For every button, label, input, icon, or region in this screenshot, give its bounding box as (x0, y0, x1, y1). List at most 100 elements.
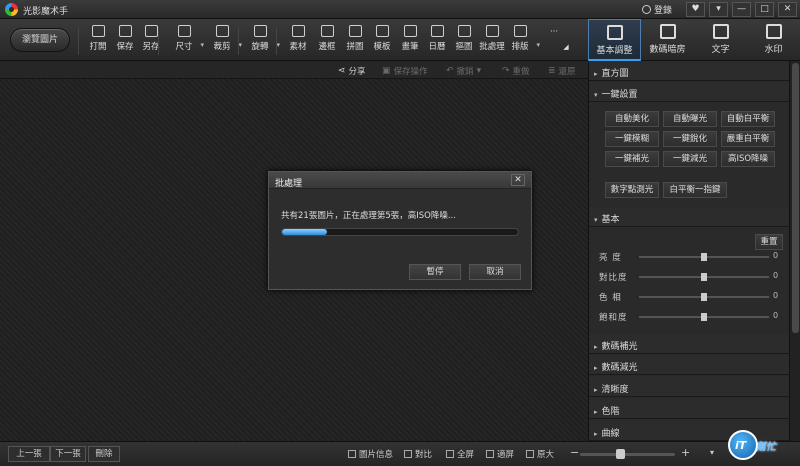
dialog-message: 共有21張圖片，正在處理第5張，高ISO降噪... (281, 211, 456, 221)
redo-label: 重做 (512, 67, 530, 77)
one-click-button[interactable]: 自動美化 (605, 111, 659, 127)
slider-track[interactable] (639, 253, 769, 261)
cancel-button[interactable]: 取消 (469, 264, 521, 280)
calendar-icon (430, 25, 444, 37)
tool-template-button[interactable]: 模板 (368, 25, 396, 52)
one-click-button[interactable]: 一鍵銳化 (663, 131, 717, 147)
section-collapsed[interactable]: ▸ 數碼減光 (589, 355, 789, 375)
collapse-arrow-icon: ▾ (594, 216, 598, 224)
tool-label: 保存 (116, 42, 134, 52)
slider-track[interactable] (639, 313, 769, 321)
tab-darkroom[interactable]: 數碼暗房 (641, 19, 694, 61)
one-click-button[interactable]: 一鍵補光 (605, 151, 659, 167)
expand-corner-icon[interactable]: ◢ (552, 43, 580, 51)
prev-image-button[interactable]: 上一張 (8, 446, 50, 462)
tool-brush-button[interactable]: 畫筆 (396, 25, 424, 52)
zoom-slider[interactable] (580, 449, 675, 459)
compare-button[interactable]: 對比 (404, 448, 432, 460)
save-as-icon (144, 25, 158, 37)
tool-crop-button[interactable]: 裁剪 ▾ (208, 25, 242, 52)
tool-border-button[interactable]: 邊框 (313, 25, 341, 52)
dropdown-caret-icon[interactable]: ▾ (238, 41, 242, 49)
close-button[interactable]: ✕ (778, 2, 797, 17)
tool-calendar-button[interactable]: 日曆 (423, 25, 451, 52)
spot-metering-button[interactable]: 數字點測光 (605, 182, 659, 198)
fit-screen-button[interactable]: 適屏 (486, 448, 514, 460)
fullscreen-button[interactable]: 全屏 (446, 448, 474, 460)
one-click-button[interactable]: 自動曝光 (663, 111, 717, 127)
dialog-close-button[interactable]: ✕ (511, 174, 525, 186)
tool-batch-button[interactable]: 批處理 (478, 25, 506, 52)
tool-resize-button[interactable]: 尺寸 ▾ (170, 25, 204, 52)
one-click-button[interactable]: 一鍵減光 (663, 151, 717, 167)
slider-knob[interactable] (701, 293, 707, 301)
section-histogram[interactable]: ▸ 直方圖 (589, 61, 789, 81)
slider-track[interactable] (639, 293, 769, 301)
section-basic[interactable]: ▾ 基本 (589, 207, 789, 227)
one-click-button[interactable]: 嚴重白平衡 (721, 131, 775, 147)
slider-label: 色 相 (599, 293, 622, 303)
tab-text[interactable]: 文字 (694, 19, 747, 61)
tool-label: 畫筆 (401, 42, 419, 52)
section-collapsed[interactable]: ▸ 色階 (589, 399, 789, 419)
pause-button[interactable]: 暫停 (409, 264, 461, 280)
template-icon (375, 25, 389, 37)
slider-value: 0 (773, 291, 779, 300)
slider-knob[interactable] (701, 313, 707, 321)
zoom-in-button[interactable]: + (681, 446, 690, 459)
tool-material-button[interactable]: 素材 (284, 25, 312, 52)
dropdown-caret-icon[interactable]: ▾ (200, 41, 204, 49)
one-click-button[interactable]: 一鍵模糊 (605, 131, 659, 147)
undo-dropdown-icon[interactable]: ▾ (477, 66, 482, 76)
tool-rotate-button[interactable]: 旋轉 ▾ (246, 25, 280, 52)
white-balance-button[interactable]: 白平衡一指鍵 (663, 182, 727, 198)
dropdown-caret-icon[interactable]: ▾ (276, 41, 280, 49)
tool-save-button[interactable]: 保存 (111, 25, 139, 52)
zoom-slider-knob[interactable] (615, 449, 625, 459)
main-toolbar: 瀏覽圖片 打開 保存 另存 尺寸 ▾ 裁剪 ▾ 旋轉 ▾ 素材 邊框 拼圖 模板 畫筆 日曆 摳圖 批處理 排版 ▾… (0, 19, 588, 61)
image-canvas[interactable]: ⋖ 分享 ▣ 保存操作 ↶ 撤銷 ▾ ↷ 重做 ≣ 還原 批處理 ✕ 共有21張圖片，正在處… (0, 61, 588, 441)
maximize-button[interactable]: □ (755, 2, 774, 17)
section-one-click[interactable]: ▾ 一鍵設置 (589, 82, 789, 102)
slider-knob[interactable] (701, 273, 707, 281)
dropdown-caret-icon[interactable]: ▾ (536, 41, 540, 49)
favorite-button[interactable]: ♥ (686, 2, 705, 17)
one-click-button[interactable]: 自動白平衡 (721, 111, 775, 127)
zoom-out-button[interactable]: − (570, 446, 579, 459)
undo-button[interactable]: ↶ 撤銷 ▾ (446, 65, 481, 77)
image-info-button[interactable]: 圖片信息 (348, 448, 393, 460)
reset-button[interactable]: 重置 (755, 234, 783, 250)
more-tools-button[interactable]: ··· (540, 27, 568, 37)
minimize-button[interactable]: — (732, 2, 751, 17)
tool-open-button[interactable]: 打開 (84, 25, 112, 52)
save-operation-button[interactable]: ▣ 保存操作 (382, 65, 428, 77)
delete-button[interactable]: 刪除 (88, 446, 120, 462)
tab-label: 數碼暗房 (649, 45, 686, 55)
scrollbar-thumb[interactable] (792, 63, 799, 333)
share-button[interactable]: ⋖ 分享 (338, 65, 366, 77)
tool-save-as-button[interactable]: 另存 (137, 25, 165, 52)
tab-watermark[interactable]: 水印 (747, 19, 800, 61)
next-image-button[interactable]: 下一張 (50, 446, 86, 462)
slider-track[interactable] (639, 273, 769, 281)
watermark-icon (765, 24, 782, 39)
tool-layout-button[interactable]: 排版 ▾ (506, 25, 540, 52)
section-collapsed[interactable]: ▸ 清晰度 (589, 377, 789, 397)
menu-button[interactable]: ▾ (709, 2, 728, 17)
one-click-button[interactable]: 高ISO降噪 (721, 151, 775, 167)
tool-collage-button[interactable]: 拼圖 (341, 25, 369, 52)
zoom-dropdown-icon[interactable]: ▾ (710, 448, 714, 457)
tool-cutout-button[interactable]: 摳圖 (450, 25, 478, 52)
login-button[interactable]: 登錄 (642, 2, 672, 16)
tab-adjust[interactable]: 基本調整 (588, 19, 641, 61)
undo-label: 撤銷 (456, 67, 474, 77)
restore-button[interactable]: ≣ 還原 (548, 65, 576, 77)
redo-button[interactable]: ↷ 重做 (502, 65, 530, 77)
original-size-button[interactable]: 原大 (526, 448, 554, 460)
panel-scrollbar[interactable] (789, 61, 800, 441)
section-label: 色階 (601, 407, 620, 417)
section-collapsed[interactable]: ▸ 數碼補光 (589, 334, 789, 354)
browse-images-button[interactable]: 瀏覽圖片 (10, 28, 70, 52)
fit-label: 適屏 (497, 450, 515, 460)
slider-knob[interactable] (701, 253, 707, 261)
